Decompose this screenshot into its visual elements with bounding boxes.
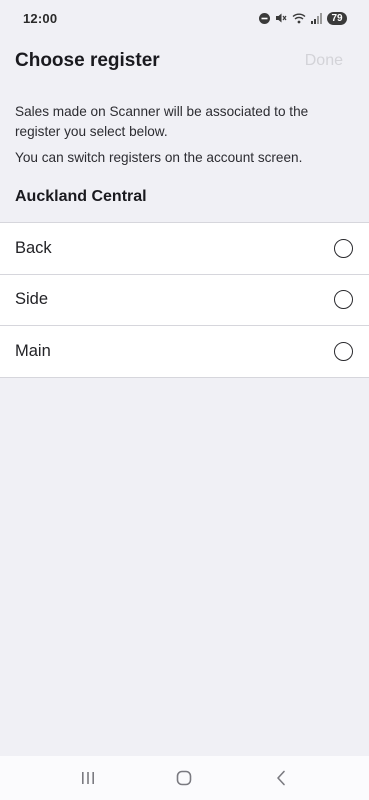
do-not-disturb-icon [259, 12, 270, 24]
description: Sales made on Scanner will be associated… [15, 102, 345, 168]
battery-icon: 79 [327, 11, 347, 25]
header: Choose register Done [0, 44, 369, 78]
description-line-1: Sales made on Scanner will be associated… [15, 104, 309, 139]
status-icons: 79 [259, 11, 347, 25]
register-row-side[interactable]: Side [0, 275, 369, 326]
radio-button[interactable] [334, 341, 353, 361]
mute-icon [275, 12, 287, 24]
description-line-2: You can switch registers on the account … [15, 150, 303, 165]
register-label: Main [15, 341, 51, 360]
status-time: 12:00 [23, 10, 58, 26]
back-icon[interactable] [261, 758, 301, 798]
recent-apps-icon[interactable] [68, 758, 108, 798]
register-label: Side [15, 290, 49, 309]
home-icon[interactable] [164, 758, 204, 798]
register-label: Back [15, 238, 52, 257]
register-list: Back Side Main [0, 222, 369, 378]
radio-button[interactable] [334, 238, 353, 258]
register-row-main[interactable]: Main [0, 326, 369, 378]
nav-bar [0, 756, 369, 800]
register-row-back[interactable]: Back [0, 223, 369, 275]
done-button[interactable]: Done [305, 52, 343, 70]
radio-button[interactable] [334, 290, 353, 310]
location-name: Auckland Central [15, 188, 147, 205]
page-title: Choose register [15, 50, 160, 71]
wifi-icon [292, 12, 306, 24]
signal-icon [311, 12, 322, 24]
status-bar: 12:00 79 [0, 0, 369, 36]
screen: 12:00 79 Choose register Done Sales made… [0, 0, 369, 800]
